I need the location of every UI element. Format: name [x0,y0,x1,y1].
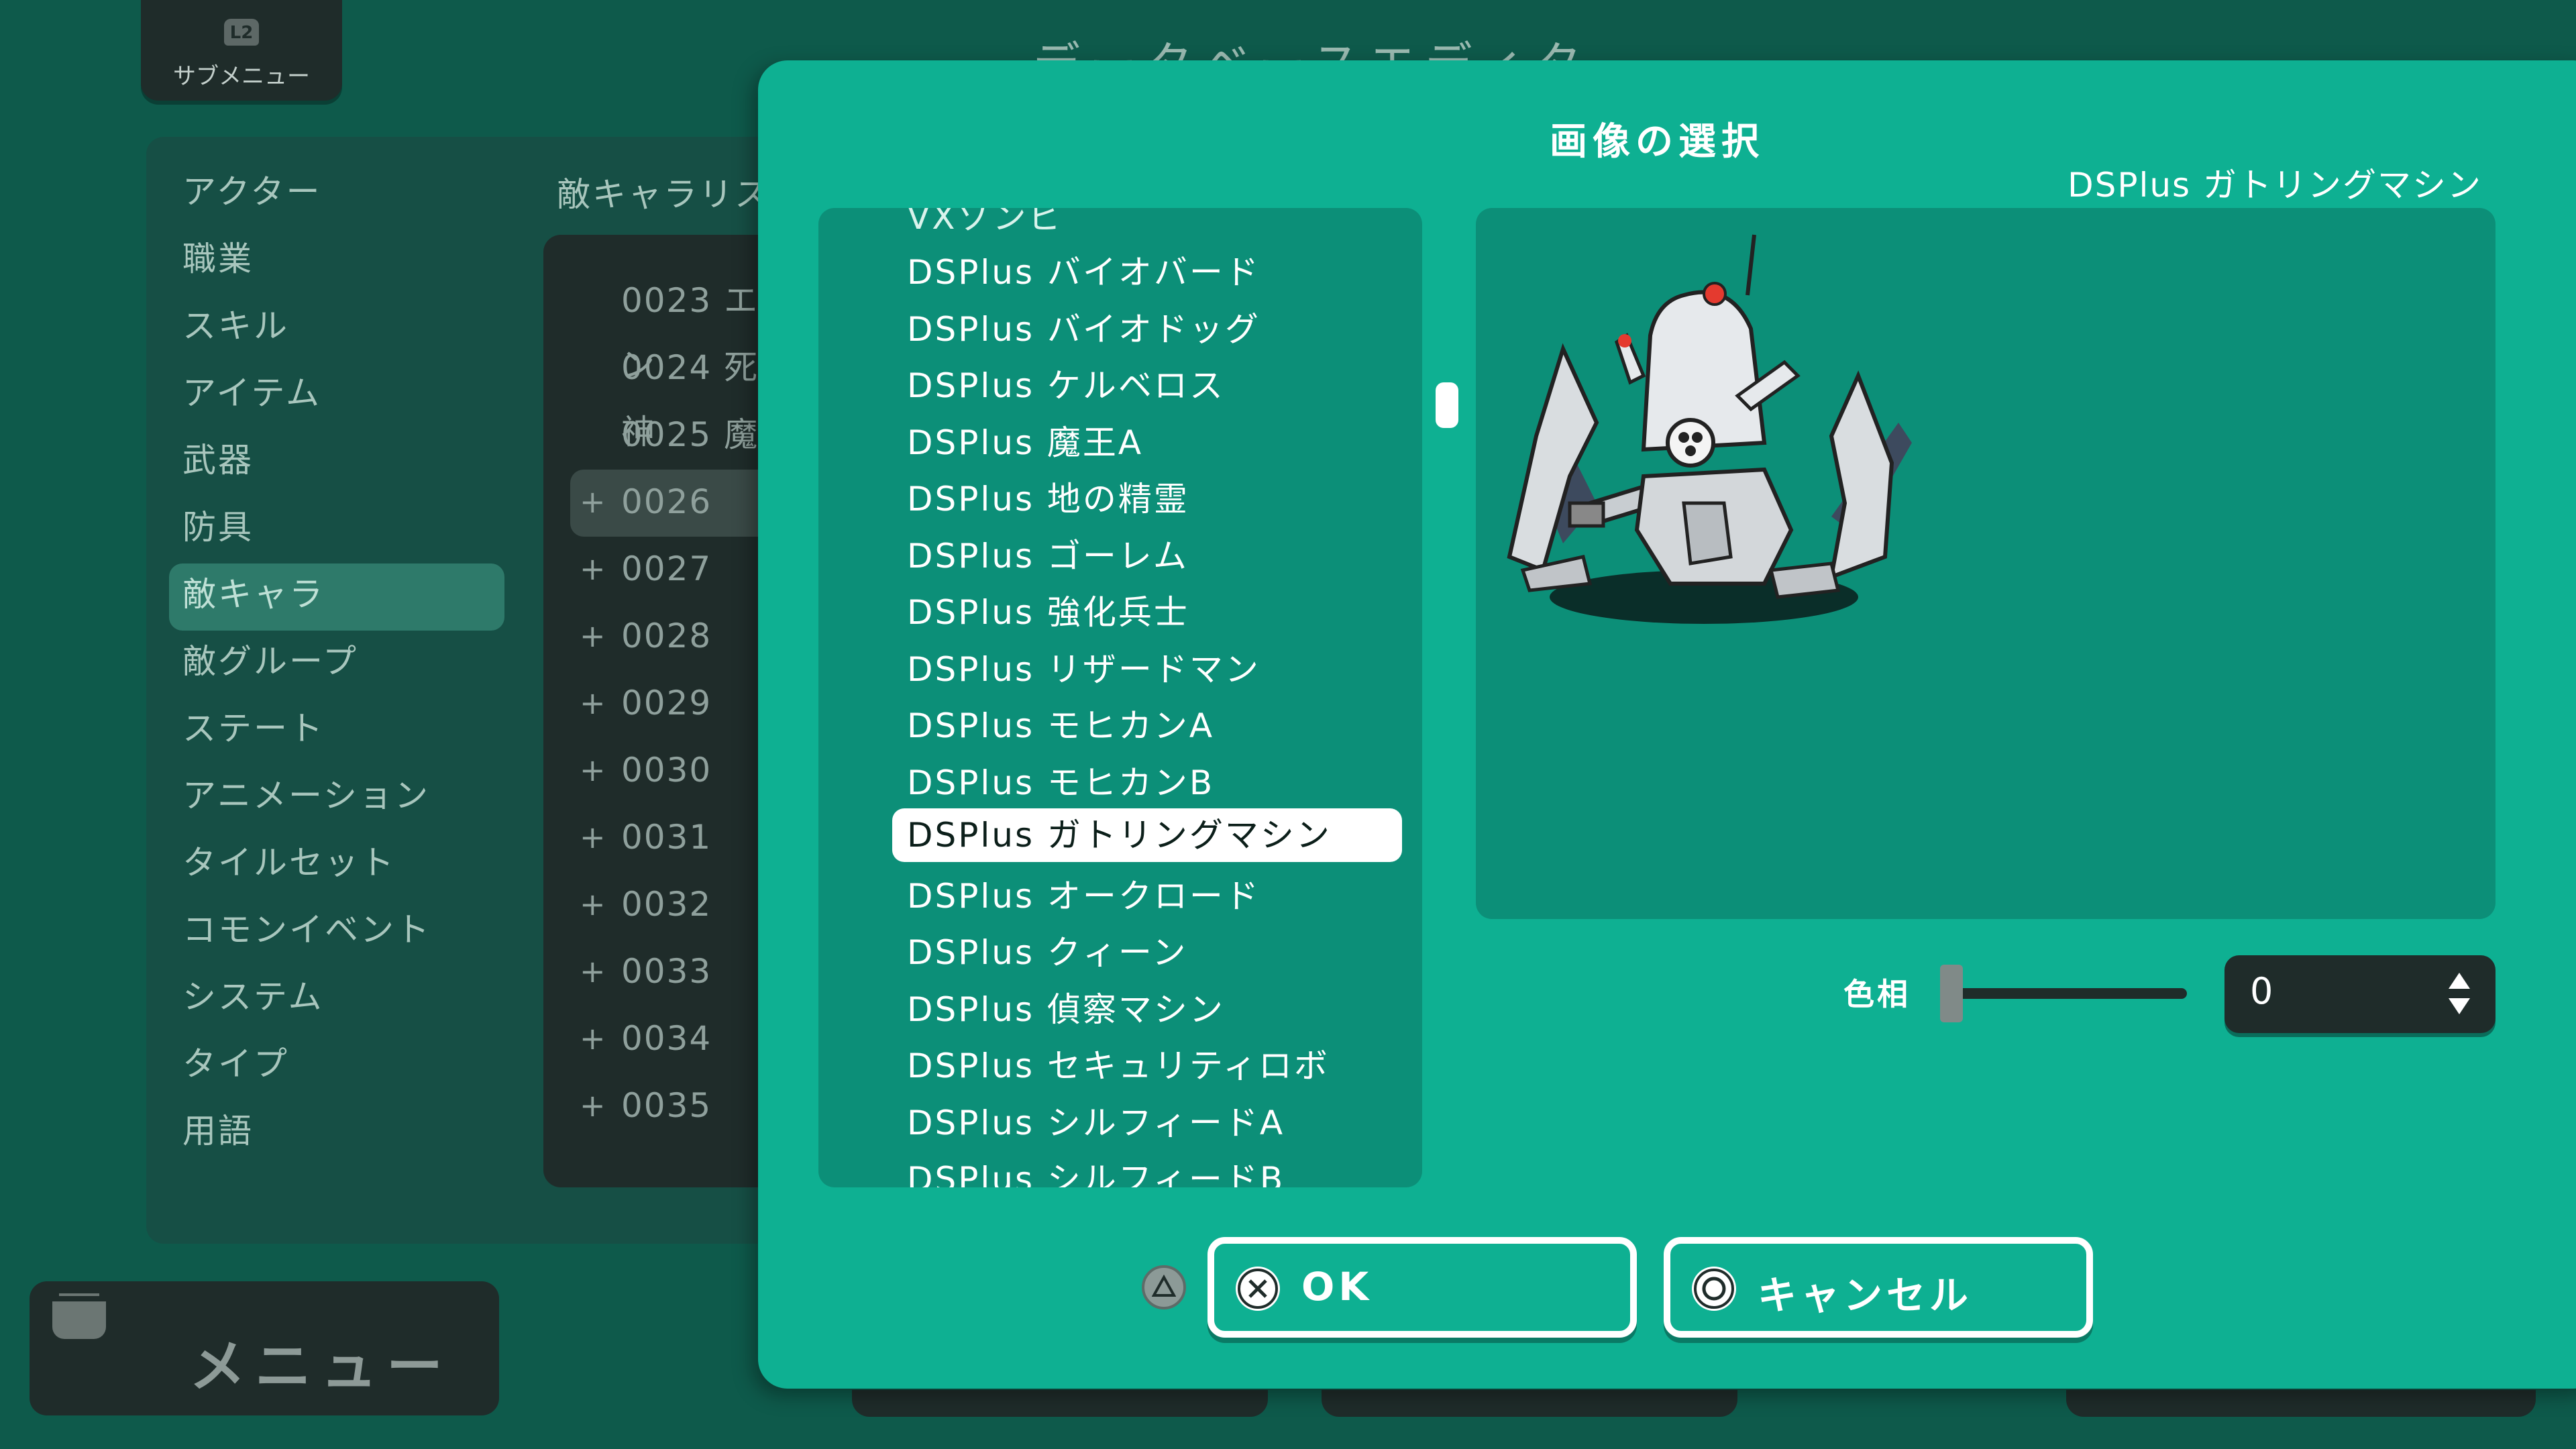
enemy-list-item[interactable]: +0030 [570,738,785,805]
enemy-id-label: 0027 [621,549,712,588]
category-item[interactable]: 敵キャラ [169,564,504,631]
plus-icon: + [580,551,607,587]
menu-button[interactable]: メニュー [30,1281,499,1415]
enemy-id-label: 0030 [621,751,712,790]
enemy-id-label: 0035 [621,1086,712,1125]
category-item[interactable]: 用語 [182,1100,504,1167]
submenu-button[interactable]: L2 サブメニュー [141,0,342,101]
plus-icon: + [580,685,607,721]
spinner-up-icon[interactable] [2449,973,2470,989]
cross-button-icon [1236,1267,1280,1311]
category-item[interactable]: システム [182,966,504,1033]
list-item[interactable]: DSPlus シルフィードA [907,1096,1285,1144]
list-item[interactable]: DSPlus ゴーレム [907,529,1189,578]
category-item[interactable]: タイルセット [182,832,504,899]
ok-button[interactable]: OK [1208,1237,1637,1338]
image-preview [1476,208,2496,919]
enemy-list-item[interactable]: +0033 [570,939,785,1006]
triangle-button-icon [1142,1265,1186,1309]
enemy-list-item[interactable]: +0028 [570,604,785,671]
enemy-id-label: 0028 [621,616,712,655]
category-item[interactable]: 武器 [182,429,504,496]
hue-number-input[interactable]: 0 [2224,955,2496,1033]
ok-label: OK [1301,1264,1373,1309]
enemy-list-item[interactable]: +0032 [570,872,785,939]
image-list[interactable]: VXゾンビ DSPlus バイオバード DSPlus バイオドッグ DSPlus ケ… [818,208,1422,1187]
enemy-list-item[interactable]: +0026 [570,470,785,537]
plus-icon: + [580,618,607,654]
category-item[interactable]: アイテム [182,362,504,429]
category-item[interactable]: タイプ [182,1033,504,1100]
enemy-list-item[interactable]: +0035 [570,1073,785,1140]
spinner-down-icon[interactable] [2449,998,2470,1014]
hue-slider-thumb[interactable] [1940,965,1963,1022]
category-item[interactable]: 防具 [182,496,504,564]
category-item[interactable]: スキル [182,295,504,362]
list-item[interactable]: DSPlus モヒカンA [907,699,1214,747]
list-item[interactable]: DSPlus シルフィードB [907,1152,1285,1187]
plus-icon: + [580,953,607,989]
category-item[interactable]: コモンイベント [182,899,504,966]
hue-slider-track[interactable] [1952,988,2187,999]
category-item[interactable]: 敵グループ [182,631,504,698]
enemy-id-label: 0026 [621,482,712,521]
hue-value: 0 [2250,970,2273,1012]
enemy-id-list: 0023 エン0024 死神0025 魔王+0026+0027+0028+002… [570,268,785,1140]
list-item[interactable]: DSPlus バイオドッグ [907,303,1260,351]
list-item[interactable]: DSPlus クィーン [907,926,1187,974]
list-item[interactable]: DSPlus 強化兵士 [907,586,1189,634]
hue-label: 色相 [1843,976,1911,1012]
enemy-list-item[interactable]: 0023 エン [570,268,785,384]
footer-tab [852,1390,1268,1417]
category-item[interactable]: アクター [182,161,504,228]
enemy-id-label: 0029 [621,684,712,722]
list-item[interactable]: DSPlus オークロード [907,869,1260,918]
footer-tab [2066,1390,2536,1417]
cancel-button[interactable]: キャンセル [1664,1237,2093,1338]
plus-icon: + [580,819,607,855]
menu-label: メニュー [189,1334,453,1399]
list-item[interactable]: DSPlus モヒカンB [907,756,1214,804]
list-item-partial[interactable]: VXゾンビ [907,208,1063,239]
list-item[interactable]: DSPlus バイオバード [907,246,1260,294]
scrollbar-thumb[interactable] [1436,382,1458,428]
list-item[interactable]: DSPlus 魔王A [907,416,1143,464]
l2-button-icon: L2 [224,19,259,46]
enemy-list-item[interactable]: +0029 [570,671,785,738]
list-item-selected[interactable]: DSPlus ガトリングマシン [892,808,1402,862]
category-list: アクター 職業 スキル アイテム 武器 防具 敵キャラ 敵グループ ステート アニメーション タイル… [169,161,504,1167]
touchpad-icon [52,1293,106,1339]
submenu-label: サブメニュー [173,63,310,90]
enemy-list-item[interactable]: 0025 魔王 [570,402,785,519]
plus-icon: + [580,886,607,922]
plus-icon: + [580,484,607,520]
enemy-sprite-gatling-machine [1507,234,1912,624]
enemy-id-label: 0034 [621,1019,712,1058]
circle-button-icon [1692,1267,1736,1311]
category-item[interactable]: ステート [182,698,504,765]
enemy-id-label: 0031 [621,818,712,857]
list-item[interactable]: DSPlus セキュリティロボ [907,1039,1330,1087]
category-item[interactable]: アニメーション [182,765,504,832]
enemy-id-label: 0032 [621,885,712,924]
category-item[interactable]: 職業 [182,228,504,295]
plus-icon: + [580,1087,607,1124]
list-item[interactable]: DSPlus 地の精霊 [907,472,1189,521]
enemy-id-label: 0033 [621,952,712,991]
footer-tab [1322,1390,1737,1417]
enemy-list-item[interactable]: +0034 [570,1006,785,1073]
plus-icon: + [580,1020,607,1057]
selected-image-name: DSPlus ガトリングマシン [2068,166,2482,205]
cancel-label: キャンセル [1758,1273,1973,1318]
list-item[interactable]: DSPlus ケルベロス [907,359,1225,407]
enemy-list-item[interactable]: +0031 [570,805,785,872]
enemy-list-item[interactable]: +0027 [570,537,785,604]
list-item[interactable]: DSPlus 偵察マシン [907,983,1225,1031]
plus-icon: + [580,752,607,788]
enemy-list-item[interactable]: 0024 死神 [570,335,785,451]
dialog-title: 画像の選択 [1550,120,1764,164]
list-item[interactable]: DSPlus リザードマン [907,643,1260,691]
